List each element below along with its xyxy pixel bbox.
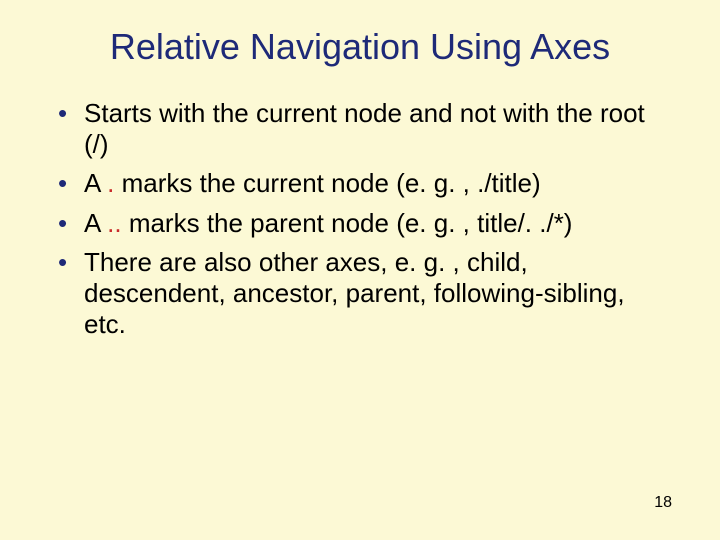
bullet-text-post: marks the current node (e. g. , ./title)	[114, 168, 540, 198]
list-item: A . marks the current node (e. g. , ./ti…	[58, 168, 672, 199]
bullet-list: Starts with the current node and not wit…	[48, 98, 672, 340]
slide-title: Relative Navigation Using Axes	[48, 26, 672, 68]
list-item: There are also other axes, e. g. , child…	[58, 247, 672, 341]
bullet-text-post: marks the parent node (e. g. , title/. .…	[122, 208, 573, 238]
slide: Relative Navigation Using Axes Starts wi…	[0, 0, 720, 340]
bullet-text: There are also other axes, e. g. , child…	[84, 247, 625, 339]
page-number: 18	[654, 494, 672, 512]
bullet-text-red: ..	[107, 208, 121, 238]
list-item: Starts with the current node and not wit…	[58, 98, 672, 160]
bullet-text: Starts with the current node and not wit…	[84, 98, 645, 159]
list-item: A .. marks the parent node (e. g. , titl…	[58, 208, 672, 239]
bullet-text-pre: A	[84, 208, 107, 238]
bullet-text-pre: A	[84, 168, 107, 198]
